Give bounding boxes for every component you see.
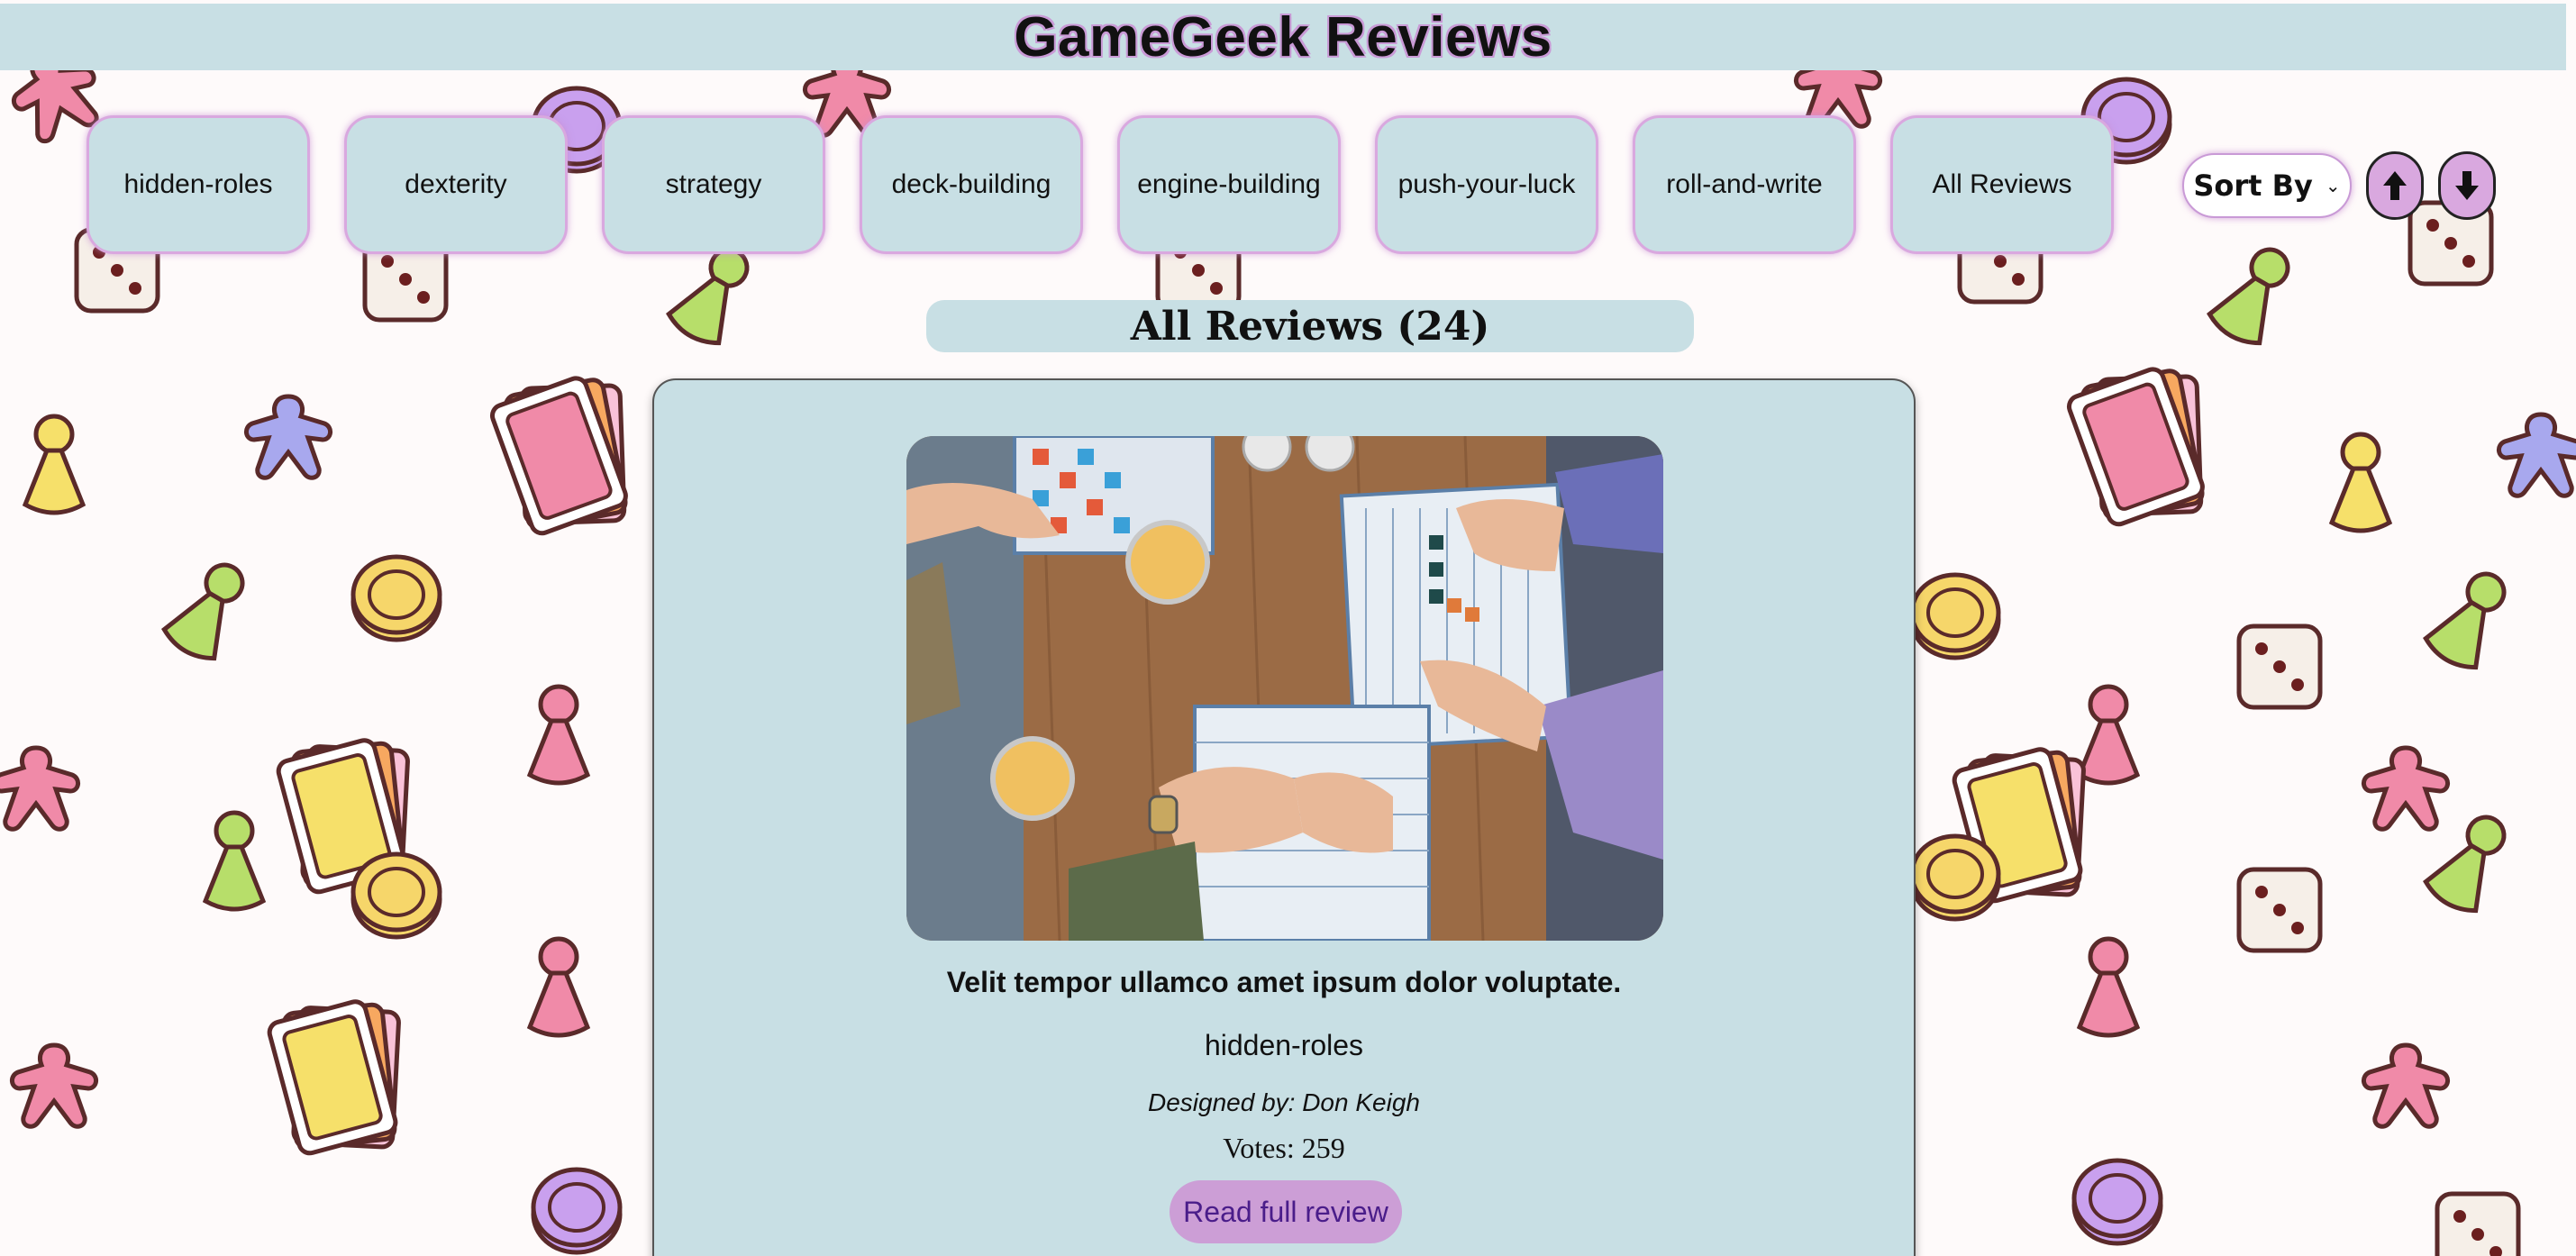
category-button-roll-and-write[interactable]: roll-and-write [1633,115,1856,254]
category-button-all-reviews[interactable]: All Reviews [1890,115,2114,254]
category-nav: hidden-roles dexterity strategy deck-bui… [86,115,2114,254]
sort-ascending-button[interactable] [2366,151,2424,220]
category-button-strategy[interactable]: strategy [602,115,825,254]
site-header: GameGeek Reviews [0,4,2566,70]
arrow-up-icon [2383,171,2407,200]
category-button-hidden-roles[interactable]: hidden-roles [86,115,310,254]
category-button-deck-building[interactable]: deck-building [860,115,1083,254]
sort-descending-button[interactable] [2438,151,2496,220]
review-image [906,436,1663,941]
reviews-heading: All Reviews (24) [926,300,1694,352]
read-full-review-button[interactable]: Read full review [1170,1180,1402,1243]
category-button-push-your-luck[interactable]: push-your-luck [1375,115,1598,254]
chevron-down-icon: ⌄ [2325,175,2341,196]
site-title: GameGeek Reviews [1014,5,1552,68]
review-card: Velit tempor ullamco amet ipsum dolor vo… [652,378,1916,1256]
sort-by-select[interactable]: Sort By ⌄ [2182,153,2352,218]
review-title: Velit tempor ullamco amet ipsum dolor vo… [946,966,1622,998]
review-votes: Votes: 259 [1223,1132,1345,1164]
sort-by-label: Sort By [2193,168,2313,203]
category-button-dexterity[interactable]: dexterity [344,115,568,254]
category-button-engine-building[interactable]: engine-building [1117,115,1341,254]
page: GameGeek Reviews hidden-roles dexterity … [0,0,2576,1256]
arrow-down-icon [2455,171,2479,200]
board-game-photo-icon [906,436,1663,941]
review-designer: Designed by: Don Keigh [1148,1088,1420,1116]
review-category: hidden-roles [1204,1029,1364,1061]
